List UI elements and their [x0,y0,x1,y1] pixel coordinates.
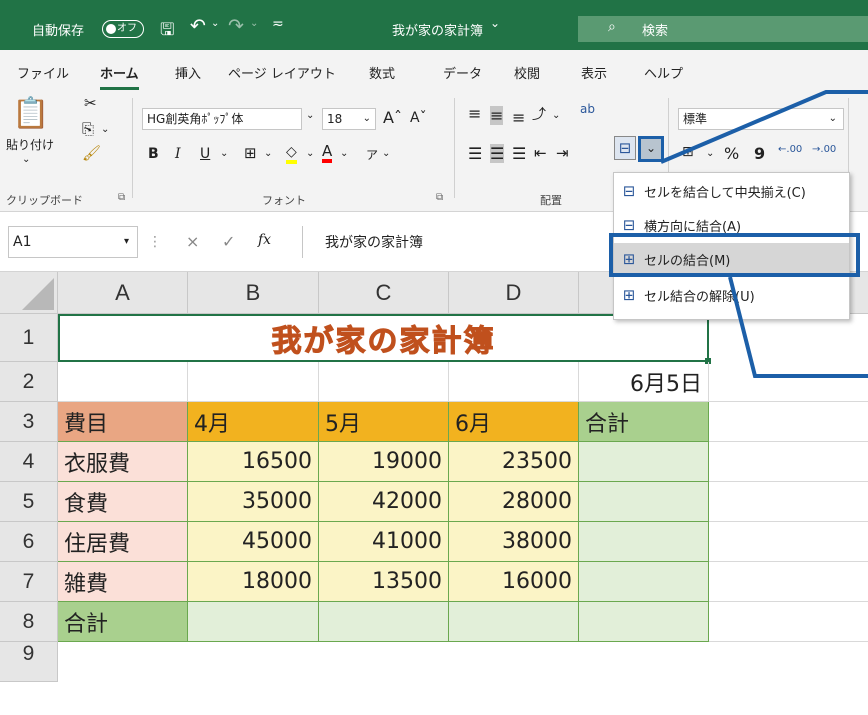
callout-lines [660,90,868,378]
